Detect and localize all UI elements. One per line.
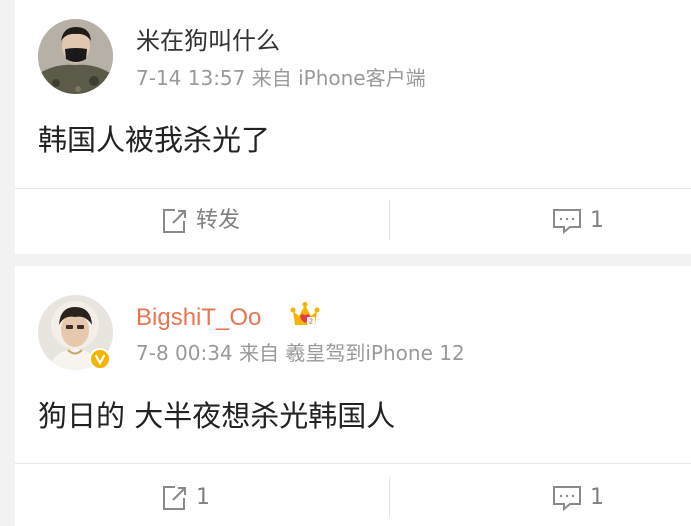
comment-icon (552, 207, 582, 235)
post-card: BigshiT_Oo 2 7-8 00:34 来自 羲皇驾到iPhone 12 … (15, 266, 691, 526)
svg-text:2: 2 (309, 318, 313, 326)
comment-icon (552, 484, 582, 512)
username[interactable]: 米在狗叫什么 (136, 26, 280, 56)
post-text: 韩国人被我杀光了 (38, 123, 271, 157)
verified-badge-icon (89, 348, 111, 370)
divider (15, 188, 691, 189)
action-bar: 转发 1 (15, 196, 691, 246)
avatar[interactable] (38, 19, 113, 94)
repost-button[interactable]: 转发 (160, 196, 240, 246)
comment-button[interactable]: 1 (552, 196, 604, 246)
comment-button[interactable]: 1 (552, 473, 604, 523)
comment-count: 1 (590, 485, 604, 510)
post-card: 米在狗叫什么 7-14 13:57 来自 iPhone客户端 韩国人被我杀光了 … (15, 0, 691, 254)
comment-count: 1 (590, 208, 604, 233)
post-meta: 7-8 00:34 来自 羲皇驾到iPhone 12 (136, 341, 465, 365)
post-meta: 7-14 13:57 来自 iPhone客户端 (136, 66, 426, 90)
post-text: 狗日的 大半夜想杀光韩国人 (38, 399, 396, 433)
divider (15, 463, 691, 464)
repost-icon (160, 207, 188, 235)
action-separator (389, 477, 390, 517)
username[interactable]: BigshiT_Oo (136, 303, 261, 333)
vip-crown-icon[interactable]: 2 (290, 301, 320, 329)
repost-label: 转发 (196, 208, 241, 233)
repost-count: 1 (196, 485, 210, 510)
action-bar: 1 1 (15, 473, 691, 523)
repost-button[interactable]: 1 (160, 473, 210, 523)
repost-icon (160, 484, 188, 512)
action-separator (389, 200, 390, 240)
